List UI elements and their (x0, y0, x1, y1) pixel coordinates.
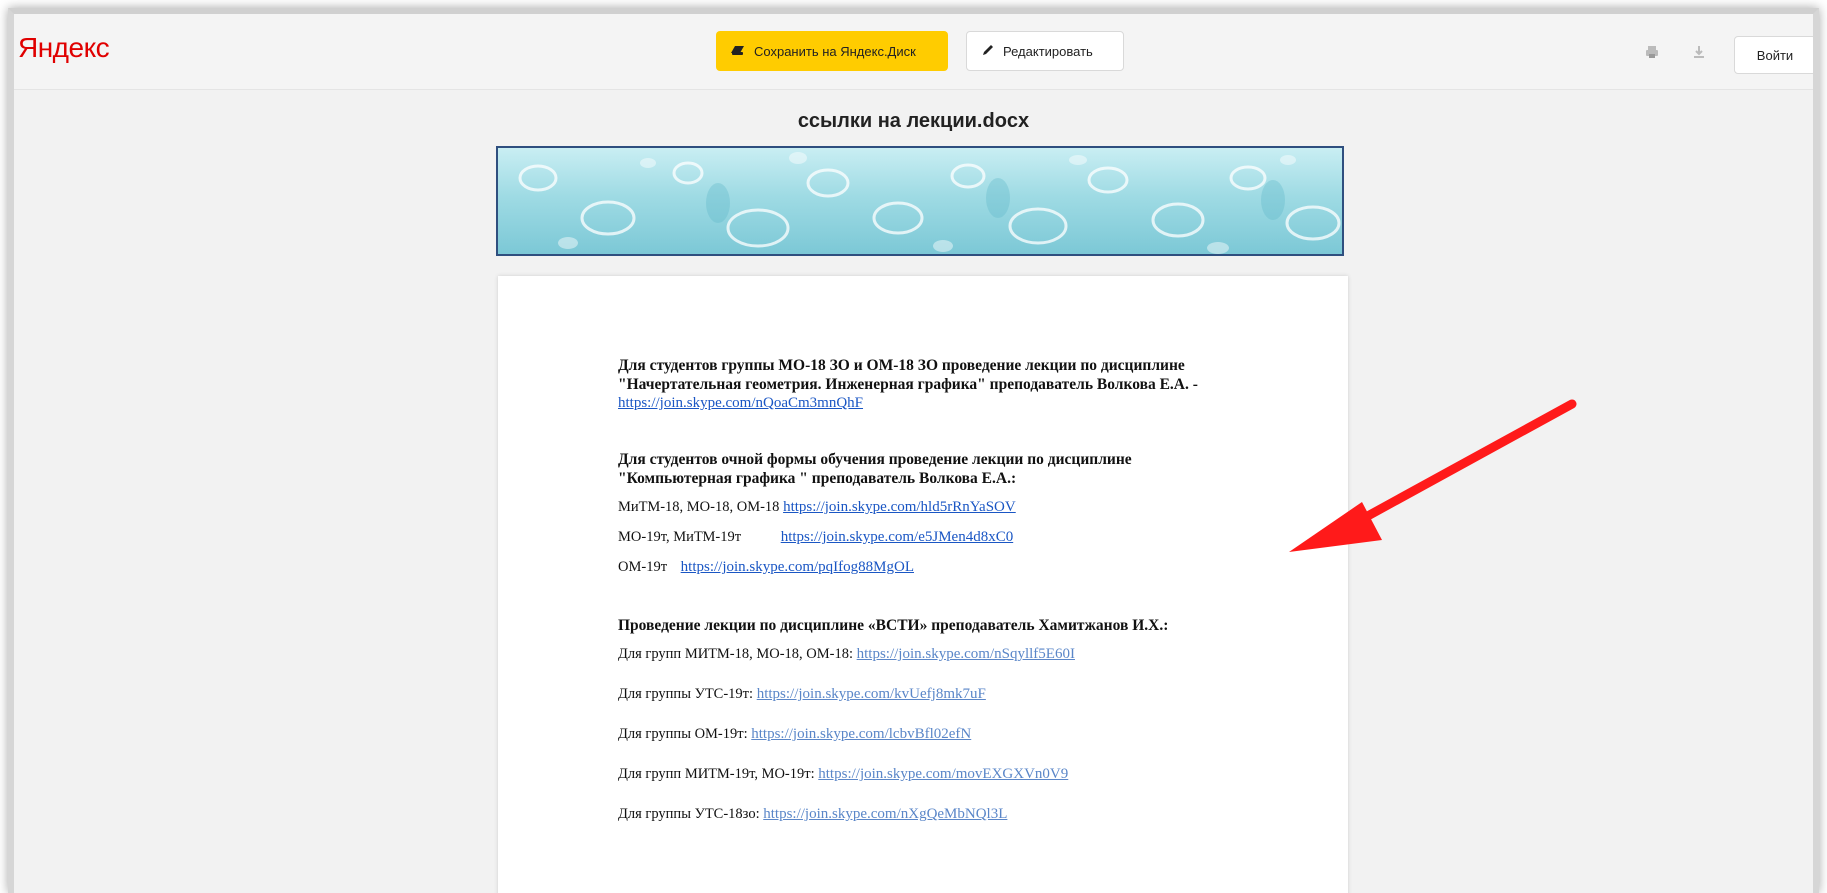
list-item: МО-19т, МиТМ-19т https://join.skype.com/… (618, 529, 1014, 545)
save-to-disk-button[interactable]: Сохранить на Яндекс.Диск (716, 31, 948, 71)
top-bar: Яндекс Сохранить на Яндекс.Диск Редактир… (14, 14, 1813, 90)
section1-link[interactable]: https://join.skype.com/nQoaCm3mnQhF (618, 395, 863, 411)
link[interactable]: https://join.skype.com/e5JMen4d8xC0 (781, 529, 1014, 545)
pencil-icon (981, 43, 995, 60)
list-item: Для групп МИТМ-19т, МО-19т: https://join… (618, 766, 1069, 782)
edit-button-label: Редактировать (1003, 43, 1093, 59)
link[interactable]: https://join.skype.com/hld5rRnYaSOV (783, 499, 1016, 515)
list-item: Для группы ОМ-19т: https://join.skype.co… (618, 726, 972, 742)
link[interactable]: https://join.skype.com/nSqyllf5E60I (857, 646, 1075, 662)
link[interactable]: https://join.skype.com/movEXGXVn0V9 (818, 766, 1068, 782)
document-content: Для студентов группы МО-18 ЗО и ОМ-18 ЗО… (618, 356, 1298, 823)
edit-button[interactable]: Редактировать (966, 31, 1124, 71)
section3-heading: Проведение лекции по дисциплине «ВСТИ» п… (618, 617, 1169, 634)
list-item: ОМ-19т https://join.skype.com/pqIfog88Mg… (618, 559, 914, 575)
list-item: Для группы УТС-19т: https://join.skype.c… (618, 686, 986, 702)
link[interactable]: https://join.skype.com/pqIfog88MgOL (681, 559, 914, 575)
section2-heading: Для студентов очной формы обучения прове… (618, 451, 1132, 487)
save-button-label: Сохранить на Яндекс.Диск (754, 43, 916, 59)
download-icon[interactable] (1691, 44, 1707, 60)
login-button[interactable]: Войти (1734, 36, 1813, 74)
document-page: Для студентов группы МО-18 ЗО и ОМ-18 ЗО… (498, 276, 1348, 893)
document-title: ссылки на лекции.docx (797, 110, 1030, 132)
arrow-icon (1289, 399, 1577, 552)
banner-image (496, 146, 1344, 256)
section1-heading: Для студентов группы МО-18 ЗО и ОМ-18 ЗО… (618, 357, 1198, 393)
print-icon[interactable] (1644, 44, 1660, 60)
link[interactable]: https://join.skype.com/nXgQeMbNQl3L (763, 806, 1007, 822)
list-item: Для группы УТС-18зо: https://join.skype.… (618, 806, 1008, 822)
browser-frame: Яндекс Сохранить на Яндекс.Диск Редактир… (8, 8, 1819, 893)
link[interactable]: https://join.skype.com/kvUefj8mk7uF (757, 686, 986, 702)
link[interactable]: https://join.skype.com/lcbvBfl02efN (751, 726, 971, 742)
disk-icon (730, 44, 746, 59)
yandex-logo[interactable]: Яндекс (18, 32, 110, 64)
list-item: Для групп МИТМ-18, МО-18, ОМ-18: https:/… (618, 646, 1075, 662)
list-item: МиТМ-18, МО-18, ОМ-18 https://join.skype… (618, 499, 1016, 515)
